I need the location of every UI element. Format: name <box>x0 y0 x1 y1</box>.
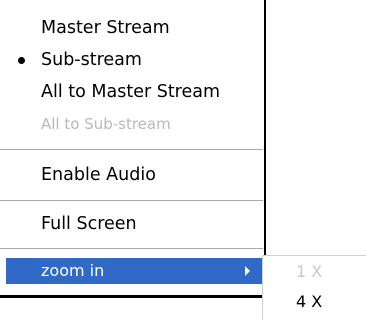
menu-item-label: Sub-stream <box>41 50 142 70</box>
menu-item-label: Full Screen <box>41 214 137 234</box>
menu-item-zoom-in[interactable]: zoom in <box>6 258 264 284</box>
zoom-submenu: 1 X 4 X <box>262 255 366 320</box>
menu-bottom-border <box>0 295 266 298</box>
context-menu: Master Stream Sub-stream All to Master S… <box>0 0 266 297</box>
submenu-item-1x: 1 X <box>263 258 366 286</box>
menu-item-label: Enable Audio <box>41 165 156 185</box>
menu-item-enable-audio[interactable]: Enable Audio <box>0 159 262 191</box>
context-menu-screen: Master Stream Sub-stream All to Master S… <box>0 0 366 320</box>
menu-item-full-screen[interactable]: Full Screen <box>0 208 262 240</box>
menu-item-master-stream[interactable]: Master Stream <box>0 12 262 44</box>
submenu-arrow-icon <box>245 266 250 276</box>
menu-item-sub-stream[interactable]: Sub-stream <box>0 44 262 76</box>
menu-separator <box>0 248 263 249</box>
menu-item-label: zoom in <box>41 261 105 280</box>
menu-separator <box>0 149 263 150</box>
menu-item-all-to-sub-stream: All to Sub-stream <box>0 108 262 140</box>
submenu-item-4x[interactable]: 4 X <box>263 288 366 316</box>
radio-bullet-icon <box>18 57 25 64</box>
submenu-item-label: 1 X <box>296 262 323 281</box>
menu-item-label: All to Sub-stream <box>41 115 171 133</box>
menu-item-label: Master Stream <box>41 18 170 38</box>
menu-item-all-to-master-stream[interactable]: All to Master Stream <box>0 76 262 108</box>
menu-separator <box>0 200 263 201</box>
menu-item-label: All to Master Stream <box>41 82 221 102</box>
submenu-item-label: 4 X <box>296 292 323 311</box>
